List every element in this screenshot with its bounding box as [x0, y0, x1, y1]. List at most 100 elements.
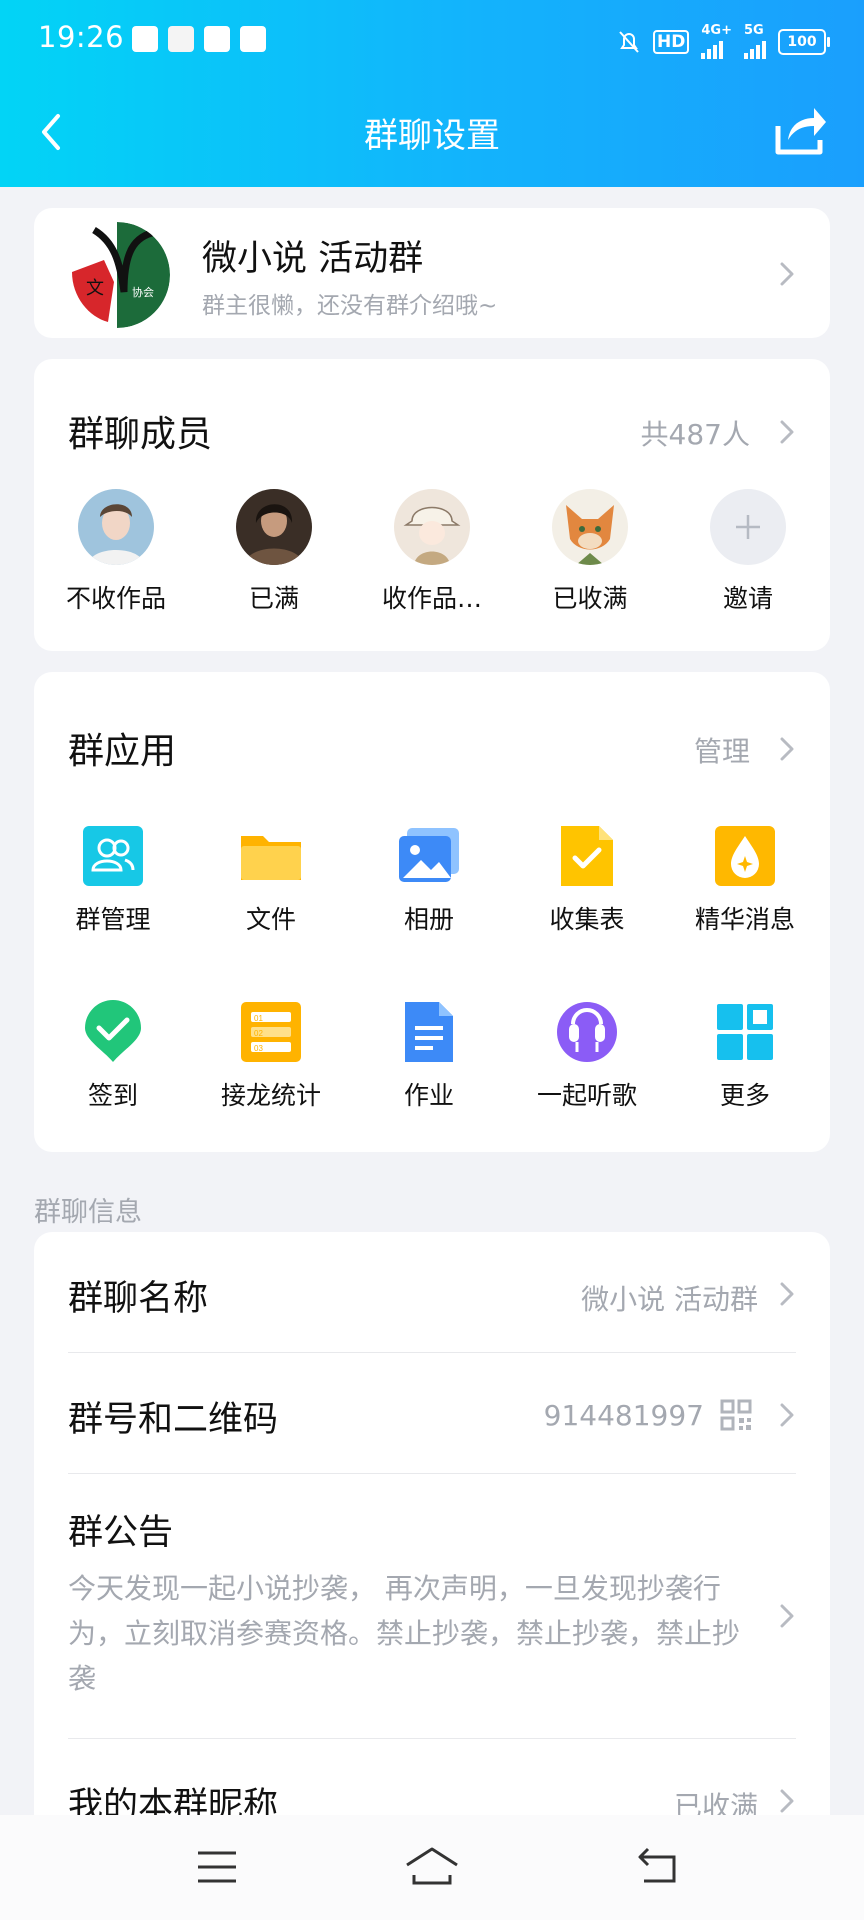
apps-title: 群应用: [68, 731, 177, 772]
app-notification-icon: [132, 26, 158, 52]
member-item[interactable]: 已收满: [515, 489, 665, 615]
avatar: [236, 489, 312, 565]
home-icon[interactable]: [404, 1845, 460, 1891]
app-label: 接龙统计: [220, 1081, 321, 1110]
form-icon: [555, 824, 619, 888]
app-essence[interactable]: 精华消息: [666, 824, 824, 936]
svg-text:02: 02: [254, 1029, 263, 1038]
chevron-right-icon: [780, 1789, 794, 1813]
avatar: [78, 489, 154, 565]
header: 19:26 HD 4G+ 5G 100 群聊设置: [0, 0, 864, 187]
invite-button[interactable]: 邀请: [673, 489, 823, 615]
member-name: 收作品…: [381, 584, 482, 613]
app-album[interactable]: 相册: [350, 824, 508, 936]
check-notification-icon: [204, 26, 230, 52]
svg-text:01: 01: [254, 1014, 263, 1023]
app-homework[interactable]: 作业: [350, 1000, 508, 1112]
avatar: [394, 489, 470, 565]
member-item[interactable]: 收作品…: [357, 489, 507, 615]
net-label-4g: 4G+: [701, 23, 732, 38]
solitaire-icon: 01 02 03: [239, 1000, 303, 1064]
qr-code-icon: [720, 1399, 752, 1431]
avatar: [552, 489, 628, 565]
checkin-icon: [81, 1000, 145, 1064]
menu-icon[interactable]: [196, 1849, 238, 1889]
group-id-label: 群号和二维码: [68, 1400, 279, 1440]
app-label: 作业: [403, 1081, 454, 1110]
app-label: 签到: [87, 1081, 138, 1110]
chevron-right-icon: [780, 1604, 794, 1628]
folder-icon: [239, 824, 303, 888]
app-checkin[interactable]: 签到: [34, 1000, 192, 1112]
group-id-row[interactable]: 群号和二维码 914481997: [34, 1353, 830, 1473]
grid-icon: [713, 1000, 777, 1064]
app-label: 相册: [403, 905, 454, 934]
app-notification-icon: [168, 26, 194, 52]
signal-4g: 4G+: [701, 24, 732, 59]
members-card: 群聊成员 共487人 不收作品 已满 收作品… 已收满 邀请: [34, 359, 830, 651]
add-icon: [710, 489, 786, 565]
back-icon[interactable]: [636, 1845, 680, 1889]
app-files[interactable]: 文件: [192, 824, 350, 936]
status-bar: 19:26 HD 4G+ 5G 100: [0, 0, 864, 82]
system-nav-bar: [0, 1815, 864, 1920]
apps-manage-link[interactable]: 管理: [694, 730, 750, 770]
group-info-card[interactable]: 文 协会 微小说 活动群 群主很懒，还没有群介绍哦~: [34, 208, 830, 338]
group-notice-text: 今天发现一起小说抄袭， 再次声明，一旦发现抄袭行为，立刻取消参赛资格。禁止抄袭，…: [68, 1572, 741, 1695]
member-count[interactable]: 共487人: [641, 413, 750, 453]
group-name: 微小说 活动群: [202, 239, 424, 279]
net-label-5g: 5G: [744, 23, 764, 38]
group-info-list: 群聊名称 微小说 活动群 群号和二维码 914481997 群公告 今天发现一起…: [34, 1232, 830, 1832]
app-label: 一起听歌: [536, 1081, 637, 1110]
app-label: 收集表: [549, 905, 625, 934]
svg-text:协会: 协会: [132, 285, 154, 299]
album-icon: [397, 824, 461, 888]
app-more[interactable]: 更多: [666, 1000, 824, 1112]
status-time: 19:26: [38, 20, 125, 54]
essence-icon: [713, 824, 777, 888]
group-name-row[interactable]: 群聊名称 微小说 活动群: [34, 1232, 830, 1352]
app-group-manage[interactable]: 群管理: [34, 824, 192, 936]
chevron-right-icon: [780, 262, 794, 286]
members-title: 群聊成员: [68, 414, 213, 455]
member-name: 已收满: [552, 584, 628, 613]
homework-icon: [397, 1000, 461, 1064]
nav-bar: 群聊设置: [0, 82, 864, 187]
group-manage-icon: [81, 824, 145, 888]
app-label: 文件: [245, 905, 296, 934]
share-icon[interactable]: [772, 104, 828, 158]
page-title: 群聊设置: [364, 116, 500, 156]
mute-icon: [619, 30, 639, 53]
app-listen-together[interactable]: 一起听歌: [508, 1000, 666, 1112]
chevron-right-icon: [780, 737, 794, 761]
group-name-label: 群聊名称: [68, 1279, 209, 1319]
group-name-value: 微小说 活动群: [581, 1283, 758, 1316]
member-name: 已满: [248, 584, 299, 613]
app-label: 更多: [719, 1081, 770, 1110]
member-name: 不收作品: [65, 584, 166, 613]
info-section-label: 群聊信息: [34, 1197, 142, 1228]
group-notice-label: 群公告: [68, 1513, 174, 1553]
headphones-icon: [555, 1000, 619, 1064]
hd-badge: HD: [653, 29, 690, 54]
app-label: 群管理: [75, 905, 151, 934]
invite-label: 邀请: [722, 584, 773, 613]
group-notice-row[interactable]: 群公告 今天发现一起小说抄袭， 再次声明，一旦发现抄袭行为，立刻取消参赛资格。禁…: [34, 1474, 830, 1734]
member-item[interactable]: 不收作品: [41, 489, 191, 615]
app-collection-form[interactable]: 收集表: [508, 824, 666, 936]
signal-bars-icon: [701, 37, 724, 59]
group-description: 群主很懒，还没有群介绍哦~: [202, 293, 498, 319]
svg-text:文: 文: [86, 278, 104, 298]
status-indicators: HD 4G+ 5G 100: [617, 24, 830, 59]
signal-5g: 5G: [744, 24, 766, 59]
notification-icons: [132, 26, 266, 52]
group-avatar: 文 协会: [64, 222, 170, 328]
chevron-right-icon: [780, 1282, 794, 1306]
group-id-value: 914481997: [543, 1399, 704, 1432]
member-item[interactable]: 已满: [199, 489, 349, 615]
app-solitaire[interactable]: 01 02 03 接龙统计: [192, 1000, 350, 1112]
group-apps-card: 群应用 管理 群管理 文件 相册 收集表 精华消息 签到 01 02 03 接龙…: [34, 672, 830, 1152]
svg-text:03: 03: [254, 1044, 263, 1053]
battery-icon: 100: [778, 28, 830, 55]
app-label: 精华消息: [694, 905, 795, 934]
